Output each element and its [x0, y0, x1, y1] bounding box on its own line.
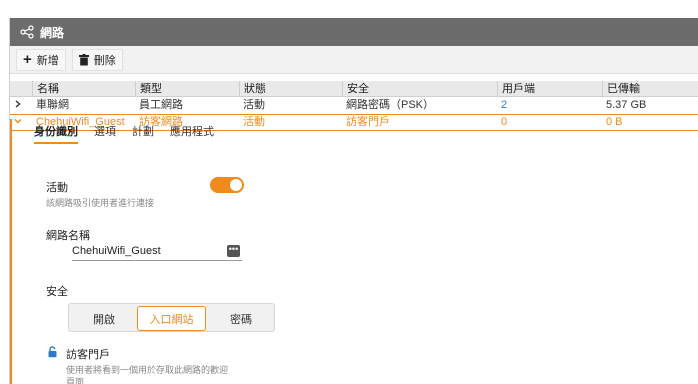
top-strip	[0, 0, 698, 18]
tab-schedule[interactable]: 計劃	[132, 123, 154, 144]
table-header: 名稱 類型 狀態 安全 用戶端 已傳輸	[10, 81, 698, 97]
portal-title: 訪客門戶	[66, 349, 110, 361]
networks-panel: 網路 + 新增 刪除 名稱 類型 狀態 安全 用戶端 已傳輸 車聯網 員工網路 …	[9, 18, 698, 384]
cell-clients-link[interactable]: 2	[497, 97, 602, 114]
security-segmented-control: 開啟 入口網站 密碼	[68, 303, 275, 332]
toggle-knob	[230, 179, 242, 191]
tab-applications[interactable]: 應用程式	[170, 123, 214, 144]
portal-hint-line2: 頁面	[66, 377, 85, 384]
cell-security: 網路密碼（PSK）	[346, 99, 435, 111]
column-header-transferred[interactable]: 已傳輸	[602, 81, 698, 96]
active-label: 活動	[46, 182, 68, 194]
delete-button[interactable]: 刪除	[71, 48, 123, 71]
cell-type: 員工網路	[139, 99, 183, 111]
more-options-icon[interactable]: •••	[227, 245, 240, 257]
delete-button-label: 刪除	[93, 54, 116, 67]
active-hint: 該網路吸引使用者進行連接	[46, 198, 155, 208]
tab-identity[interactable]: 身份識別	[34, 123, 78, 144]
table-row[interactable]: 車聯網 員工網路 活動 網路密碼（PSK） 2 5.37 GB	[10, 97, 698, 114]
panel-title: 網路	[40, 25, 65, 40]
network-name-input[interactable]: ChehuiWifi_Guest	[72, 244, 242, 261]
header-expander	[10, 81, 32, 96]
column-header-status[interactable]: 狀態	[239, 81, 342, 96]
column-header-name[interactable]: 名稱	[32, 81, 135, 96]
network-name-label: 網路名稱	[46, 230, 90, 242]
cell-name: 車聯網	[36, 99, 69, 111]
tab-options[interactable]: 選項	[94, 123, 116, 144]
column-header-security[interactable]: 安全	[342, 81, 497, 96]
unlock-icon	[47, 346, 59, 361]
cell-status: 活動	[243, 99, 265, 111]
detail-tabs: 身份識別 選項 計劃 應用程式	[34, 123, 230, 144]
network-share-icon	[20, 25, 34, 39]
plus-icon: +	[23, 51, 32, 68]
chevron-right-icon[interactable]	[10, 97, 32, 114]
add-button[interactable]: + 新增	[16, 48, 66, 71]
active-toggle[interactable]	[210, 177, 244, 193]
add-button-label: 新增	[36, 54, 59, 67]
panel-titlebar: 網路	[10, 18, 698, 46]
security-option-password[interactable]: 密碼	[208, 306, 274, 331]
portal-hint-line1: 使用者將看到一個用於存取此網路的歡迎	[66, 365, 229, 375]
security-label: 安全	[46, 286, 68, 298]
column-header-clients[interactable]: 用戶端	[497, 81, 602, 96]
column-header-type[interactable]: 類型	[135, 81, 239, 96]
toolbar: + 新增 刪除	[10, 46, 698, 74]
security-option-open[interactable]: 開啟	[71, 306, 137, 331]
trash-icon	[78, 53, 89, 66]
network-detail-pane: 身份識別 選項 計劃 應用程式 活動 該網路吸引使用者進行連接 網路名稱 Che…	[10, 119, 698, 384]
cell-transferred: 5.37 GB	[606, 99, 647, 111]
security-option-portal[interactable]: 入口網站	[137, 306, 206, 331]
